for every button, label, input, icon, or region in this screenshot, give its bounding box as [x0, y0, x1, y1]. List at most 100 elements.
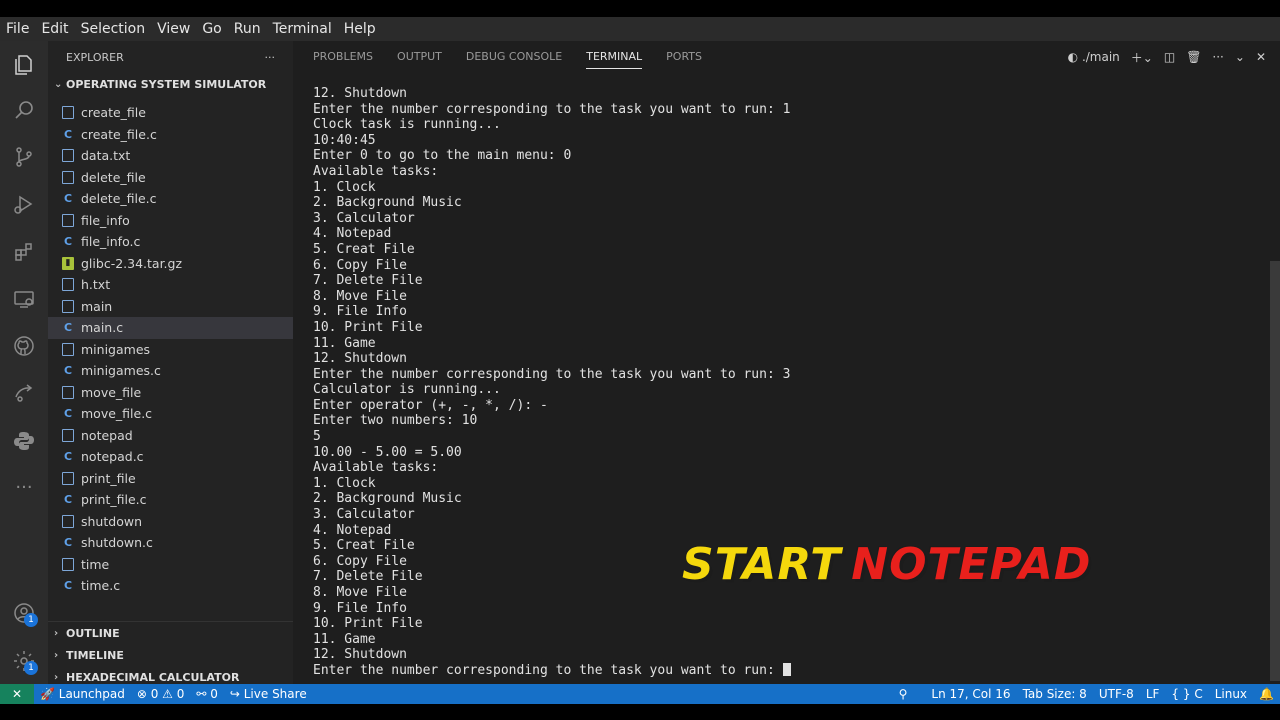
terminal-line-text: 4. Notepad [313, 522, 392, 538]
close-icon[interactable]: ✕ [1256, 50, 1266, 64]
chevron-right-icon: › [54, 671, 59, 683]
live-share-item[interactable]: ↪ Live Share [224, 687, 313, 701]
menu-terminal[interactable]: Terminal [267, 17, 338, 41]
file-name: time [81, 556, 110, 572]
menu-run[interactable]: Run [228, 17, 267, 41]
search-icon[interactable] [0, 90, 48, 130]
tab-output[interactable]: OUTPUT [397, 41, 442, 73]
explorer-more-icon[interactable]: ··· [265, 51, 276, 64]
encoding[interactable]: UTF-8 [1093, 687, 1140, 701]
new-terminal-icon[interactable]: ＋⌄ [1131, 49, 1153, 66]
terminal-line: Available tasks: [313, 164, 1263, 180]
cursor-position[interactable]: Ln 17, Col 16 [913, 687, 1016, 701]
run-debug-icon[interactable] [0, 184, 48, 224]
remote-explorer-icon[interactable] [0, 279, 48, 319]
terminal-scrollbar[interactable] [1270, 261, 1280, 681]
source-control-icon[interactable] [0, 137, 48, 177]
trash-icon[interactable]: 🗑 [1186, 50, 1201, 64]
file-item[interactable]: main [48, 296, 293, 318]
tab-terminal[interactable]: TERMINAL [586, 41, 642, 73]
file-item[interactable]: minigames [48, 339, 293, 361]
menu-view[interactable]: View [151, 17, 196, 41]
file-item[interactable]: data.txt [48, 145, 293, 167]
live-share-label: Live Share [243, 687, 307, 701]
terminal-line: 1. Clock [313, 476, 1263, 492]
live-share-icon[interactable] [0, 373, 48, 413]
file-item[interactable]: Cfile_info.c [48, 231, 293, 253]
file-item[interactable]: Ccreate_file.c [48, 124, 293, 146]
accounts-icon[interactable]: 1 [0, 593, 48, 633]
project-folder-header[interactable]: ⌄ OPERATING SYSTEM SIMULATOR [48, 73, 293, 95]
file-item[interactable]: print_file [48, 468, 293, 490]
file-item[interactable]: Ctime.c [48, 575, 293, 597]
pin-icon[interactable]: ⚲ [893, 687, 914, 701]
terminal-shell-icon: ◐ [1067, 50, 1079, 64]
file-item[interactable]: create_file [48, 102, 293, 124]
file-name: notepad.c [81, 449, 144, 465]
terminal-selector[interactable]: ◐ ./main [1068, 50, 1120, 64]
line-ending[interactable]: LF [1140, 687, 1166, 701]
settings-gear-icon[interactable]: 1 [0, 641, 48, 681]
file-item[interactable]: h.txt [48, 274, 293, 296]
file-item[interactable]: move_file [48, 382, 293, 404]
problems-item[interactable]: ⊗ 0 ⚠ 0 [131, 687, 191, 701]
status-bar: ✕ 🚀 Launchpad ⊗ 0 ⚠ 0 ⚯ 0 ↪ Live Share ⚲… [0, 684, 1280, 704]
menu-help[interactable]: Help [338, 17, 382, 41]
python-icon[interactable] [0, 421, 48, 461]
terminal-line: 4. Notepad [313, 226, 1263, 242]
extensions-icon[interactable] [0, 232, 48, 272]
file-name: time.c [81, 578, 121, 594]
file-item[interactable]: time [48, 554, 293, 576]
file-item[interactable]: delete_file [48, 167, 293, 189]
file-name: notepad [81, 427, 133, 443]
sidebar-bottom-sections: › OUTLINE › TIMELINE › HEXADECIMAL CALCU… [48, 621, 293, 688]
file-icon [62, 514, 74, 528]
menu-go[interactable]: Go [196, 17, 227, 41]
menu-file[interactable]: File [0, 17, 35, 41]
ports-count: 0 [210, 687, 218, 701]
more-icon[interactable]: ··· [0, 467, 48, 507]
tab-debug-console[interactable]: DEBUG CONSOLE [466, 41, 562, 73]
terminal-line-text: 5. Creat File [313, 538, 415, 554]
timeline-section[interactable]: › TIMELINE [48, 644, 293, 666]
terminal-line-text: 9. File Info [313, 304, 407, 320]
more-actions-icon[interactable]: ··· [1212, 50, 1223, 64]
tab-problems[interactable]: PROBLEMS [313, 41, 373, 73]
launchpad-item[interactable]: 🚀 Launchpad [34, 687, 131, 701]
os-indicator[interactable]: Linux [1209, 687, 1253, 701]
tab-ports[interactable]: PORTS [666, 41, 702, 73]
github-icon[interactable] [0, 326, 48, 366]
chevron-down-icon[interactable]: ⌄ [1235, 50, 1245, 64]
tab-size[interactable]: Tab Size: 8 [1017, 687, 1093, 701]
file-item[interactable]: Cprint_file.c [48, 489, 293, 511]
notifications-bell-icon[interactable]: 🔔 [1253, 687, 1280, 701]
terminal-line-text: Available tasks: [313, 163, 439, 179]
ports-item[interactable]: ⚯ 0 [190, 687, 224, 701]
split-terminal-icon[interactable]: ◫ [1164, 50, 1175, 64]
file-item[interactable]: Cmain.c [48, 317, 293, 339]
remote-indicator[interactable]: ✕ [0, 684, 34, 704]
terminal-line: Enter the number corresponding to the ta… [313, 662, 1263, 679]
menu-selection[interactable]: Selection [75, 17, 152, 41]
terminal-line-text: 3. Calculator [313, 507, 415, 523]
terminal-line-text: 11. Game [313, 631, 376, 647]
file-item[interactable]: Cdelete_file.c [48, 188, 293, 210]
file-item[interactable]: ▮ glibc-2.34.tar.gz [48, 253, 293, 275]
chevron-right-icon: › [54, 627, 59, 639]
file-item[interactable]: Cshutdown.c [48, 532, 293, 554]
c-file-icon: C [63, 192, 73, 206]
file-item[interactable]: Cminigames.c [48, 360, 293, 382]
file-item[interactable]: file_info [48, 210, 293, 232]
file-item[interactable]: Cmove_file.c [48, 403, 293, 425]
outline-section[interactable]: › OUTLINE [48, 622, 293, 644]
file-item[interactable]: shutdown [48, 511, 293, 533]
explorer-icon[interactable] [0, 45, 48, 85]
language-mode[interactable]: { } C [1165, 687, 1208, 701]
terminal-line-text: 8. Move File [313, 585, 407, 600]
file-item[interactable]: Cnotepad.c [48, 446, 293, 468]
terminal-line-text: 10.00 - 5.00 = 5.00 [313, 444, 462, 460]
terminal-line: 4. Notepad [313, 523, 1263, 539]
menu-edit[interactable]: Edit [35, 17, 74, 41]
file-item[interactable]: notepad [48, 425, 293, 447]
terminal-line-text: 3. Calculator [313, 210, 415, 226]
